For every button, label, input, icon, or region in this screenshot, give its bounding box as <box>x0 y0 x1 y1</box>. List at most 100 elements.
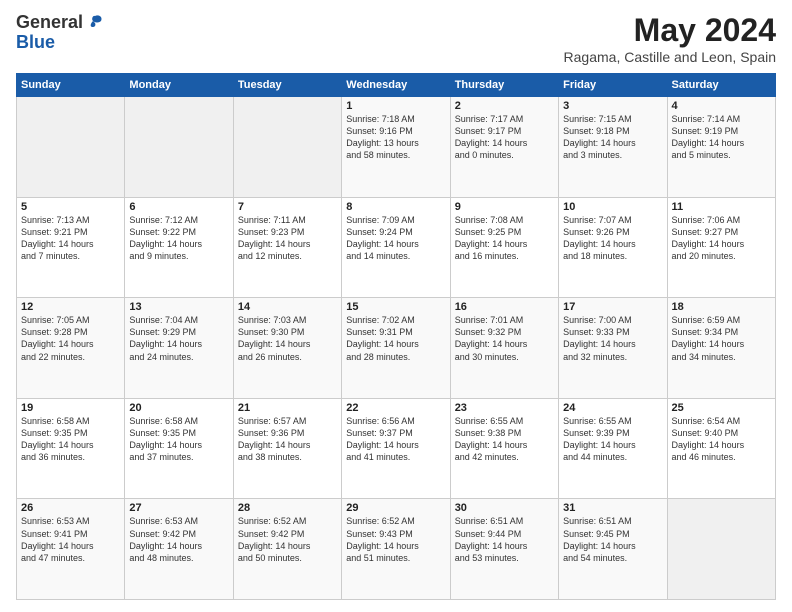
day-number: 12 <box>21 301 120 313</box>
day-number: 10 <box>563 201 662 213</box>
day-cell: 9Sunrise: 7:08 AM Sunset: 9:25 PM Daylig… <box>450 197 558 298</box>
day-cell: 2Sunrise: 7:17 AM Sunset: 9:17 PM Daylig… <box>450 97 558 198</box>
day-cell: 22Sunrise: 6:56 AM Sunset: 9:37 PM Dayli… <box>342 398 450 499</box>
day-info: Sunrise: 6:54 AM Sunset: 9:40 PM Dayligh… <box>672 415 771 464</box>
day-info: Sunrise: 7:12 AM Sunset: 9:22 PM Dayligh… <box>129 214 228 263</box>
calendar-header-row: SundayMondayTuesdayWednesdayThursdayFrid… <box>17 74 776 97</box>
logo: General Blue <box>16 12 105 51</box>
day-info: Sunrise: 6:56 AM Sunset: 9:37 PM Dayligh… <box>346 415 445 464</box>
day-number: 18 <box>672 301 771 313</box>
day-info: Sunrise: 7:18 AM Sunset: 9:16 PM Dayligh… <box>346 113 445 162</box>
day-cell: 24Sunrise: 6:55 AM Sunset: 9:39 PM Dayli… <box>559 398 667 499</box>
day-info: Sunrise: 6:52 AM Sunset: 9:42 PM Dayligh… <box>238 515 337 564</box>
day-cell: 29Sunrise: 6:52 AM Sunset: 9:43 PM Dayli… <box>342 499 450 600</box>
calendar-table: SundayMondayTuesdayWednesdayThursdayFrid… <box>16 73 776 600</box>
day-cell: 20Sunrise: 6:58 AM Sunset: 9:35 PM Dayli… <box>125 398 233 499</box>
day-info: Sunrise: 6:51 AM Sunset: 9:45 PM Dayligh… <box>563 515 662 564</box>
day-number: 25 <box>672 402 771 414</box>
day-number: 1 <box>346 100 445 112</box>
day-number: 5 <box>21 201 120 213</box>
day-number: 2 <box>455 100 554 112</box>
day-cell: 13Sunrise: 7:04 AM Sunset: 9:29 PM Dayli… <box>125 298 233 399</box>
day-info: Sunrise: 6:53 AM Sunset: 9:41 PM Dayligh… <box>21 515 120 564</box>
day-number: 28 <box>238 502 337 514</box>
day-cell <box>233 97 341 198</box>
day-cell: 11Sunrise: 7:06 AM Sunset: 9:27 PM Dayli… <box>667 197 775 298</box>
title-block: May 2024 Ragama, Castille and Leon, Spai… <box>564 12 776 65</box>
day-cell: 27Sunrise: 6:53 AM Sunset: 9:42 PM Dayli… <box>125 499 233 600</box>
day-info: Sunrise: 6:55 AM Sunset: 9:39 PM Dayligh… <box>563 415 662 464</box>
day-number: 17 <box>563 301 662 313</box>
day-number: 9 <box>455 201 554 213</box>
day-cell: 19Sunrise: 6:58 AM Sunset: 9:35 PM Dayli… <box>17 398 125 499</box>
day-info: Sunrise: 7:01 AM Sunset: 9:32 PM Dayligh… <box>455 314 554 363</box>
day-info: Sunrise: 6:52 AM Sunset: 9:43 PM Dayligh… <box>346 515 445 564</box>
day-number: 19 <box>21 402 120 414</box>
day-number: 31 <box>563 502 662 514</box>
day-number: 29 <box>346 502 445 514</box>
day-cell: 25Sunrise: 6:54 AM Sunset: 9:40 PM Dayli… <box>667 398 775 499</box>
week-row-2: 12Sunrise: 7:05 AM Sunset: 9:28 PM Dayli… <box>17 298 776 399</box>
day-info: Sunrise: 7:05 AM Sunset: 9:28 PM Dayligh… <box>21 314 120 363</box>
day-info: Sunrise: 7:08 AM Sunset: 9:25 PM Dayligh… <box>455 214 554 263</box>
day-number: 14 <box>238 301 337 313</box>
day-cell: 4Sunrise: 7:14 AM Sunset: 9:19 PM Daylig… <box>667 97 775 198</box>
day-number: 4 <box>672 100 771 112</box>
day-cell <box>125 97 233 198</box>
day-number: 7 <box>238 201 337 213</box>
day-number: 20 <box>129 402 228 414</box>
day-cell: 8Sunrise: 7:09 AM Sunset: 9:24 PM Daylig… <box>342 197 450 298</box>
day-info: Sunrise: 6:58 AM Sunset: 9:35 PM Dayligh… <box>129 415 228 464</box>
day-info: Sunrise: 7:09 AM Sunset: 9:24 PM Dayligh… <box>346 214 445 263</box>
day-cell: 5Sunrise: 7:13 AM Sunset: 9:21 PM Daylig… <box>17 197 125 298</box>
day-info: Sunrise: 7:14 AM Sunset: 9:19 PM Dayligh… <box>672 113 771 162</box>
day-cell: 14Sunrise: 7:03 AM Sunset: 9:30 PM Dayli… <box>233 298 341 399</box>
day-info: Sunrise: 7:07 AM Sunset: 9:26 PM Dayligh… <box>563 214 662 263</box>
day-cell: 3Sunrise: 7:15 AM Sunset: 9:18 PM Daylig… <box>559 97 667 198</box>
day-cell <box>17 97 125 198</box>
day-info: Sunrise: 7:03 AM Sunset: 9:30 PM Dayligh… <box>238 314 337 363</box>
month-year: May 2024 <box>564 12 776 49</box>
day-number: 27 <box>129 502 228 514</box>
day-cell <box>667 499 775 600</box>
header: General Blue May 2024 Ragama, Castille a… <box>16 12 776 65</box>
logo-blue-text: Blue <box>16 33 55 51</box>
day-cell: 17Sunrise: 7:00 AM Sunset: 9:33 PM Dayli… <box>559 298 667 399</box>
day-number: 6 <box>129 201 228 213</box>
day-cell: 30Sunrise: 6:51 AM Sunset: 9:44 PM Dayli… <box>450 499 558 600</box>
day-cell: 6Sunrise: 7:12 AM Sunset: 9:22 PM Daylig… <box>125 197 233 298</box>
day-cell: 28Sunrise: 6:52 AM Sunset: 9:42 PM Dayli… <box>233 499 341 600</box>
day-number: 13 <box>129 301 228 313</box>
day-info: Sunrise: 6:53 AM Sunset: 9:42 PM Dayligh… <box>129 515 228 564</box>
day-info: Sunrise: 7:04 AM Sunset: 9:29 PM Dayligh… <box>129 314 228 363</box>
day-info: Sunrise: 6:57 AM Sunset: 9:36 PM Dayligh… <box>238 415 337 464</box>
week-row-0: 1Sunrise: 7:18 AM Sunset: 9:16 PM Daylig… <box>17 97 776 198</box>
col-header-monday: Monday <box>125 74 233 97</box>
week-row-1: 5Sunrise: 7:13 AM Sunset: 9:21 PM Daylig… <box>17 197 776 298</box>
logo-general-text: General <box>16 12 83 33</box>
day-cell: 10Sunrise: 7:07 AM Sunset: 9:26 PM Dayli… <box>559 197 667 298</box>
week-row-3: 19Sunrise: 6:58 AM Sunset: 9:35 PM Dayli… <box>17 398 776 499</box>
day-info: Sunrise: 6:59 AM Sunset: 9:34 PM Dayligh… <box>672 314 771 363</box>
day-number: 23 <box>455 402 554 414</box>
day-cell: 12Sunrise: 7:05 AM Sunset: 9:28 PM Dayli… <box>17 298 125 399</box>
col-header-friday: Friday <box>559 74 667 97</box>
day-cell: 21Sunrise: 6:57 AM Sunset: 9:36 PM Dayli… <box>233 398 341 499</box>
col-header-thursday: Thursday <box>450 74 558 97</box>
day-info: Sunrise: 6:51 AM Sunset: 9:44 PM Dayligh… <box>455 515 554 564</box>
col-header-saturday: Saturday <box>667 74 775 97</box>
day-info: Sunrise: 7:11 AM Sunset: 9:23 PM Dayligh… <box>238 214 337 263</box>
day-cell: 15Sunrise: 7:02 AM Sunset: 9:31 PM Dayli… <box>342 298 450 399</box>
day-info: Sunrise: 7:17 AM Sunset: 9:17 PM Dayligh… <box>455 113 554 162</box>
day-number: 26 <box>21 502 120 514</box>
day-cell: 23Sunrise: 6:55 AM Sunset: 9:38 PM Dayli… <box>450 398 558 499</box>
day-cell: 1Sunrise: 7:18 AM Sunset: 9:16 PM Daylig… <box>342 97 450 198</box>
col-header-wednesday: Wednesday <box>342 74 450 97</box>
day-cell: 7Sunrise: 7:11 AM Sunset: 9:23 PM Daylig… <box>233 197 341 298</box>
day-cell: 31Sunrise: 6:51 AM Sunset: 9:45 PM Dayli… <box>559 499 667 600</box>
day-cell: 16Sunrise: 7:01 AM Sunset: 9:32 PM Dayli… <box>450 298 558 399</box>
day-cell: 26Sunrise: 6:53 AM Sunset: 9:41 PM Dayli… <box>17 499 125 600</box>
day-info: Sunrise: 6:58 AM Sunset: 9:35 PM Dayligh… <box>21 415 120 464</box>
day-info: Sunrise: 7:06 AM Sunset: 9:27 PM Dayligh… <box>672 214 771 263</box>
week-row-4: 26Sunrise: 6:53 AM Sunset: 9:41 PM Dayli… <box>17 499 776 600</box>
